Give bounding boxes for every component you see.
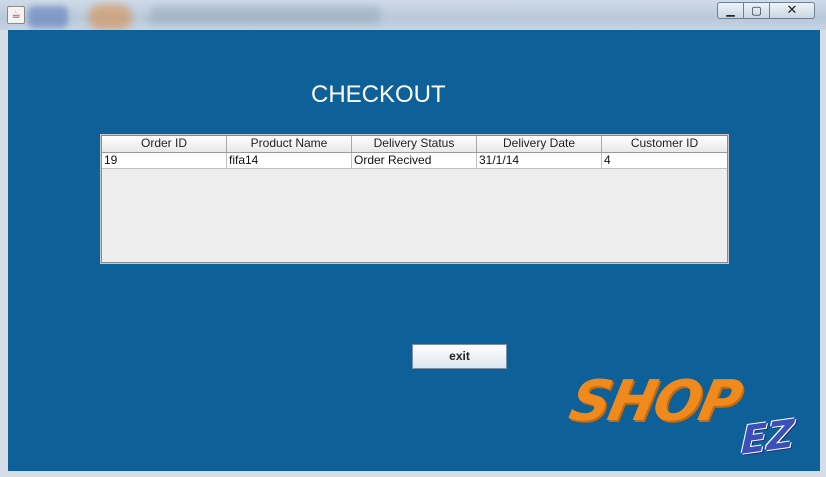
table-cell[interactable]: 19 bbox=[102, 153, 227, 168]
logo-suffix: EZ bbox=[740, 410, 796, 464]
column-header-delivery-date[interactable]: Delivery Date bbox=[477, 136, 602, 152]
table-cell[interactable]: 4 bbox=[602, 153, 727, 168]
table-row[interactable]: 19 fifa14 Order Recived 31/1/14 4 bbox=[102, 153, 727, 169]
column-header-delivery-status[interactable]: Delivery Status bbox=[352, 136, 477, 152]
java-icon[interactable]: ☕ bbox=[7, 6, 25, 24]
shopez-logo: SHOP EZ bbox=[564, 369, 811, 470]
window-controls: ▁ ▢ ✕ bbox=[717, 2, 817, 21]
close-button[interactable]: ✕ bbox=[770, 2, 815, 19]
checkout-panel: CHECKOUT Order ID Product Name Delivery … bbox=[8, 30, 820, 471]
column-header-product-name[interactable]: Product Name bbox=[227, 136, 352, 152]
column-header-customer-id[interactable]: Customer ID bbox=[602, 136, 727, 152]
table-cell[interactable]: fifa14 bbox=[227, 153, 352, 168]
page-title: CHECKOUT bbox=[311, 81, 446, 108]
window-border bbox=[0, 471, 826, 477]
background-blur bbox=[28, 6, 68, 28]
minimize-icon: ▁ bbox=[726, 4, 735, 17]
table-cell[interactable]: Order Recived bbox=[352, 153, 477, 168]
table-header: Order ID Product Name Delivery Status De… bbox=[102, 136, 727, 153]
window-border bbox=[820, 30, 826, 477]
close-icon: ✕ bbox=[786, 3, 798, 18]
title-bar[interactable]: ☕ ▁ ▢ ✕ bbox=[0, 0, 826, 31]
minimize-button[interactable]: ▁ bbox=[717, 2, 744, 19]
exit-button[interactable]: exit bbox=[412, 344, 507, 369]
background-blur bbox=[88, 4, 132, 30]
background-blur bbox=[150, 6, 380, 24]
column-header-order-id[interactable]: Order ID bbox=[102, 136, 227, 152]
logo-word: SHOP bbox=[564, 369, 746, 434]
maximize-icon: ▢ bbox=[751, 4, 762, 17]
window-border bbox=[0, 30, 8, 477]
table-cell[interactable]: 31/1/14 bbox=[477, 153, 602, 168]
maximize-button[interactable]: ▢ bbox=[744, 2, 770, 19]
orders-table[interactable]: Order ID Product Name Delivery Status De… bbox=[101, 135, 728, 263]
